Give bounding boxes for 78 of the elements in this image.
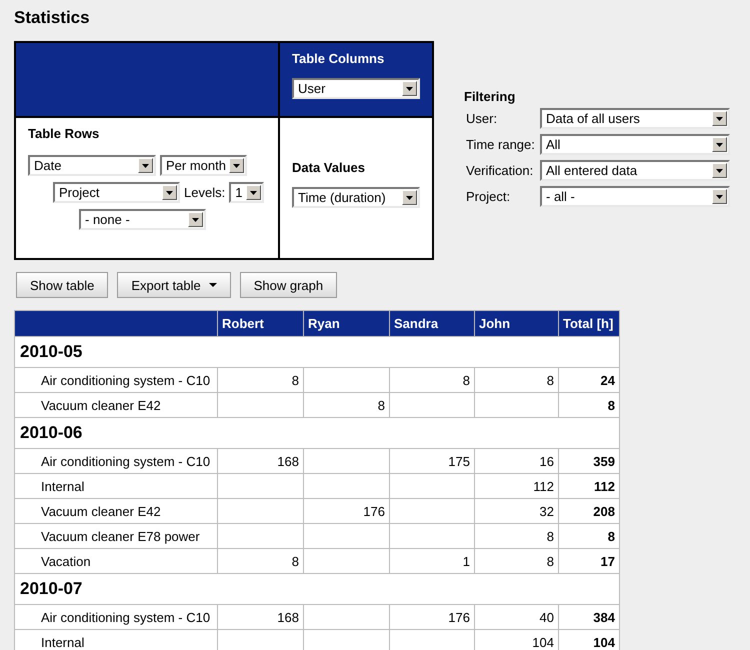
caret-icon (188, 212, 203, 227)
caret-icon (712, 111, 727, 126)
table-cell: 8 (218, 548, 304, 574)
row-label: Air conditioning system - C10 (14, 448, 218, 474)
dropdown[interactable]: - none - (79, 209, 206, 230)
table-cell: 168 (218, 448, 304, 474)
row-label: Vacuum cleaner E78 power (14, 524, 218, 548)
dropdown[interactable]: - all - (540, 186, 730, 207)
group-heading: 2010-07 (14, 574, 620, 604)
row-label: Vacuum cleaner E42 (14, 392, 218, 418)
table-cell: 32 (474, 498, 558, 524)
dropdown[interactable]: 1 (229, 182, 264, 203)
table-cell: 176 (390, 604, 474, 630)
table-cell: 176 (304, 498, 390, 524)
table-cell: 8 (474, 368, 558, 392)
caret-icon (402, 81, 417, 96)
row-label: Vacuum cleaner E42 (14, 498, 218, 524)
section-heading: Table Columns (292, 51, 384, 66)
caret-icon (402, 190, 417, 205)
field-label: Verification: (466, 163, 534, 178)
dropdown[interactable]: Data of all users (540, 108, 730, 129)
row-label: Internal (14, 474, 218, 498)
caret-icon (162, 185, 177, 200)
dropdown[interactable]: Per month (160, 155, 247, 176)
column-header: Ryan (304, 310, 390, 336)
total-cell: 24 (558, 368, 620, 392)
table-cell: 16 (474, 448, 558, 474)
caret-icon (208, 283, 217, 287)
row-label: Air conditioning system - C10 (14, 368, 218, 392)
total-cell: 112 (558, 474, 620, 498)
column-header: John (474, 310, 558, 336)
dropdown[interactable]: Project (53, 182, 180, 203)
total-cell: 359 (558, 448, 620, 474)
section-heading: Filtering (464, 89, 516, 104)
section-heading: Data Values (292, 160, 365, 175)
dropdown[interactable]: All (540, 134, 730, 155)
table-cell: 175 (390, 448, 474, 474)
section-heading: Table Rows (28, 126, 100, 141)
page-title: Statistics (14, 8, 91, 28)
action-button[interactable]: Show graph (240, 272, 338, 298)
column-header: Robert (218, 310, 304, 336)
group-heading: 2010-06 (14, 418, 620, 448)
caret-icon (712, 189, 727, 204)
table-cell: 8 (390, 368, 474, 392)
caret-icon (712, 137, 727, 152)
field-label: User: (466, 111, 498, 126)
field-label: Project: (466, 189, 512, 204)
table-cell: 40 (474, 604, 558, 630)
field-label: Time range: (466, 137, 536, 152)
caret-icon (229, 158, 244, 173)
table-cell: 112 (474, 474, 558, 498)
column-header: Sandra (390, 310, 474, 336)
export-menu-button[interactable]: Export table (117, 272, 231, 298)
dropdown[interactable]: Time (duration) (292, 187, 420, 208)
row-label: Air conditioning system - C10 (14, 604, 218, 630)
caret-icon (246, 185, 262, 200)
caret-icon (712, 163, 727, 178)
total-cell: 208 (558, 498, 620, 524)
levels-label: Levels: (184, 185, 226, 200)
table-cell: 1 (390, 548, 474, 574)
group-heading: 2010-05 (14, 336, 620, 368)
action-button[interactable]: Show table (16, 272, 108, 298)
total-cell: 8 (558, 392, 620, 418)
total-cell: 384 (558, 604, 620, 630)
table-cell: 8 (474, 548, 558, 574)
caret-icon (138, 158, 153, 173)
dropdown[interactable]: All entered data (540, 160, 730, 181)
row-label: Internal (14, 630, 218, 650)
table-cell: 8 (218, 368, 304, 392)
total-cell: 17 (558, 548, 620, 574)
total-cell: 8 (558, 524, 620, 548)
table-cell: 8 (304, 392, 390, 418)
table-cell: 168 (218, 604, 304, 630)
row-label: Vacation (14, 548, 218, 574)
dropdown[interactable]: User (292, 78, 420, 99)
dropdown[interactable]: Date (28, 155, 156, 176)
column-header: Total [h] (558, 310, 620, 336)
table-cell: 8 (474, 524, 558, 548)
